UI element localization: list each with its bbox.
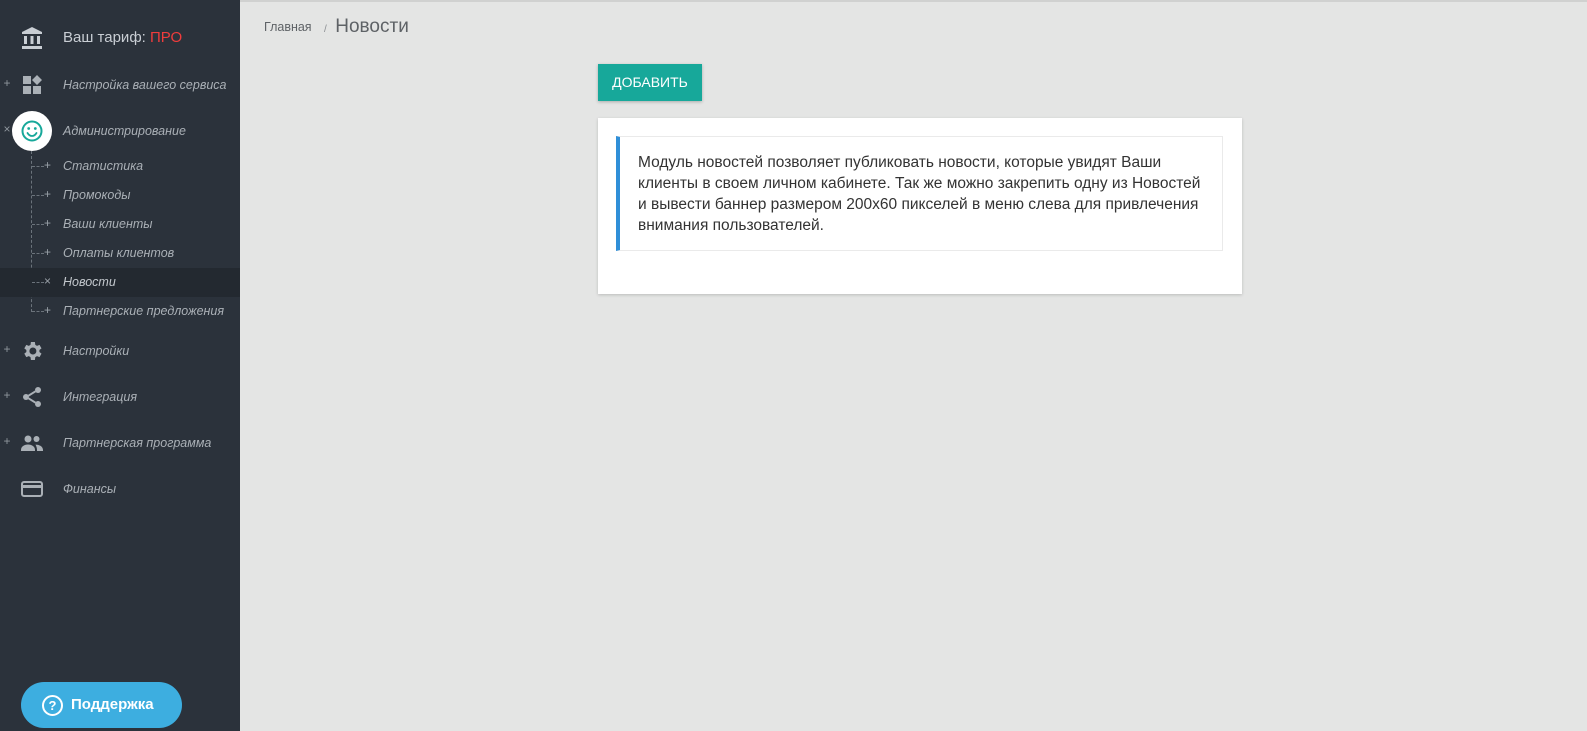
expand-icon[interactable]: + — [2, 434, 12, 448]
nav-item-partner-program[interactable]: + Партнерская программа — [0, 425, 240, 461]
add-button[interactable]: Добавить — [598, 64, 702, 101]
tree-connector — [32, 253, 44, 254]
smiley-icon — [21, 120, 43, 142]
sidebar-item-news[interactable]: × Новости — [0, 268, 240, 297]
support-label: Поддержка — [71, 696, 154, 713]
sidebar-item-client-payments[interactable]: + Оплаты клиентов — [0, 239, 240, 268]
sidebar-item-partner-offers[interactable]: + Партнерские предложения — [0, 297, 240, 326]
question-icon: ? — [42, 695, 63, 716]
sidebar-item-label: Партнерские предложения — [63, 304, 225, 318]
nav-item-label: Администрирование — [63, 124, 186, 138]
tree-connector — [32, 166, 44, 167]
administration-icon-badge — [12, 111, 52, 151]
collapse-icon[interactable]: × — [2, 122, 12, 136]
tree-connector — [32, 195, 44, 196]
nav-item-label: Интеграция — [63, 390, 138, 404]
credit-card-icon — [20, 477, 44, 501]
nav-item-label: Настройки — [63, 344, 130, 358]
nav-item-finances[interactable]: Финансы — [0, 471, 240, 507]
page-title: Новости — [335, 16, 409, 37]
info-card: Модуль новостей позволяет публиковать но… — [598, 118, 1242, 294]
expand-icon[interactable]: + — [2, 342, 12, 356]
info-text: Модуль новостей позволяет публиковать но… — [638, 154, 1201, 234]
tree-connector — [32, 224, 44, 225]
expand-icon: + — [44, 303, 52, 317]
tariff-label: Ваш тариф: ПРО — [63, 29, 183, 46]
sidebar-item-clients[interactable]: + Ваши клиенты — [0, 210, 240, 239]
breadcrumb-separator: / — [324, 24, 327, 35]
nav-item-settings[interactable]: + Настройки — [0, 333, 240, 369]
breadcrumb-home-link[interactable]: Главная — [264, 20, 312, 34]
nav-item-integration[interactable]: + Интеграция — [0, 379, 240, 415]
share-icon — [20, 385, 44, 409]
expand-icon[interactable]: + — [2, 76, 12, 90]
expand-icon: + — [44, 158, 52, 172]
sidebar-item-label: Ваши клиенты — [63, 217, 153, 231]
expand-icon: + — [44, 187, 52, 201]
tree-connector — [32, 282, 44, 283]
sidebar-item-label: Промокоды — [63, 188, 131, 202]
expand-icon: + — [44, 216, 52, 230]
nav-item-label: Настройка вашего сервиса — [63, 78, 227, 92]
dashboard-icon — [20, 73, 44, 97]
support-button[interactable]: ? Поддержка — [21, 682, 182, 728]
tree-connector — [32, 311, 44, 312]
sidebar: Ваш тариф: ПРО + Настройка вашего сервис… — [0, 0, 240, 731]
sidebar-item-label: Оплаты клиентов — [63, 246, 175, 260]
expand-icon: + — [44, 245, 52, 259]
sidebar-item-statistics[interactable]: + Статистика — [0, 152, 240, 181]
sidebar-item-label: Статистика — [63, 159, 144, 173]
tariff-plan: ПРО — [150, 29, 183, 46]
info-note: Модуль новостей позволяет публиковать но… — [616, 136, 1223, 251]
breadcrumb: Главная / Новости — [264, 16, 409, 42]
gear-icon — [20, 339, 44, 363]
sidebar-item-promocodes[interactable]: + Промокоды — [0, 181, 240, 210]
close-icon: × — [44, 274, 52, 288]
expand-icon[interactable]: + — [2, 388, 12, 402]
nav-item-label: Партнерская программа — [63, 436, 212, 450]
top-divider — [240, 0, 1587, 2]
bank-icon — [20, 26, 44, 50]
tariff-info: Ваш тариф: ПРО — [0, 20, 240, 56]
people-icon — [20, 431, 44, 455]
sidebar-item-label: Новости — [63, 275, 116, 289]
nav-item-service-settings[interactable]: + Настройка вашего сервиса — [0, 67, 240, 103]
nav-item-label: Финансы — [63, 482, 117, 496]
